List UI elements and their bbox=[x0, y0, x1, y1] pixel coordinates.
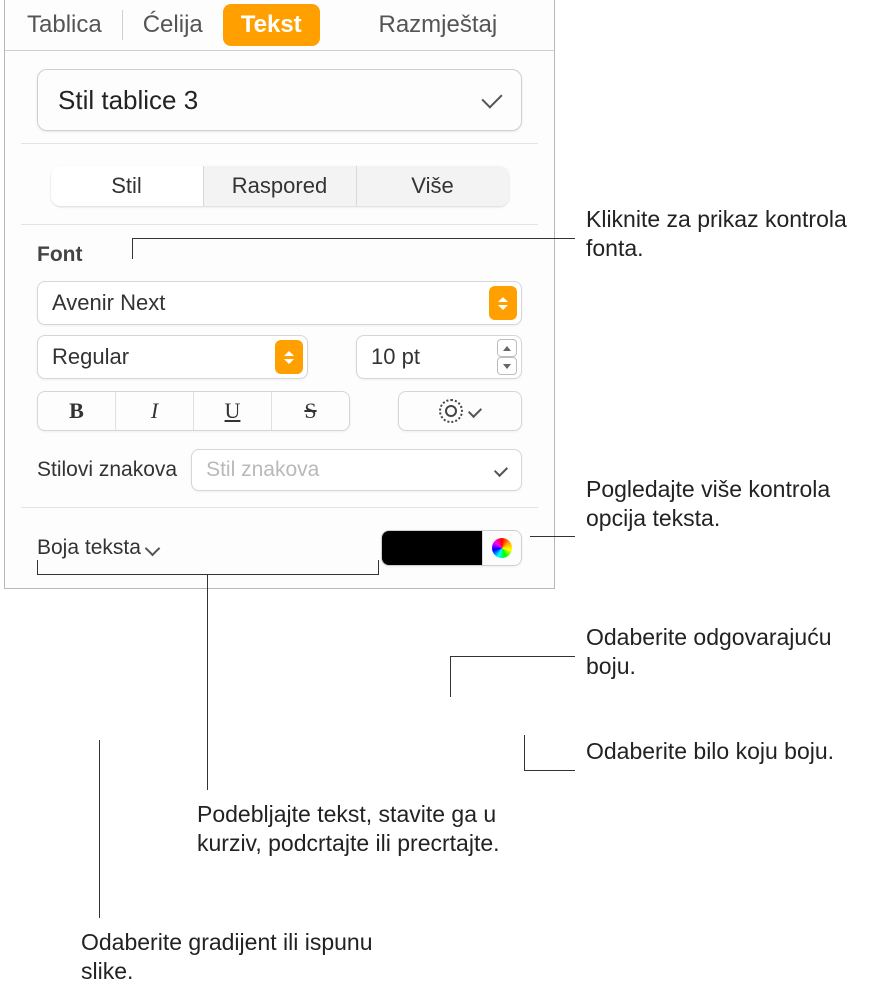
color-wheel-button[interactable] bbox=[482, 531, 521, 565]
separator bbox=[122, 10, 123, 40]
font-section: Font Avenir Next Regular 10 pt bbox=[21, 225, 538, 441]
tab-razmjestaj[interactable]: Razmještaj bbox=[322, 0, 554, 50]
paragraph-style-value: Stil tablice 3 bbox=[58, 85, 198, 116]
font-family-dropdown[interactable]: Avenir Next bbox=[37, 281, 522, 325]
callout-gradient: Odaberite gradijent ili ispunu slike. bbox=[81, 928, 381, 987]
callout-swatch: Odaberite odgovarajuću boju. bbox=[586, 623, 866, 682]
character-styles-dropdown[interactable]: Stil znakova bbox=[191, 449, 522, 491]
stepper-down[interactable] bbox=[497, 357, 517, 375]
paragraph-style-row: Stil tablice 3 bbox=[21, 51, 538, 144]
tab-tekst[interactable]: Tekst bbox=[223, 4, 320, 46]
callout-stil: Kliknite za prikaz kontrola fonta. bbox=[586, 205, 856, 264]
chevron-down-icon bbox=[481, 87, 502, 108]
character-styles-placeholder: Stil znakova bbox=[206, 458, 319, 482]
subtab-vise[interactable]: Više bbox=[356, 166, 509, 206]
callout-gear: Pogledajte više kontrola opcija teksta. bbox=[586, 475, 856, 534]
subtab-raspored[interactable]: Raspored bbox=[203, 166, 356, 206]
color-swatch-button[interactable] bbox=[382, 531, 482, 565]
font-size-value: 10 pt bbox=[371, 344, 420, 370]
text-decoration-group: B I U S bbox=[37, 391, 350, 431]
character-styles-row: Stilovi znakova Stil znakova bbox=[21, 441, 538, 508]
font-style-value: Regular bbox=[52, 344, 129, 370]
chevron-down-icon bbox=[468, 404, 482, 418]
font-size-stepper[interactable] bbox=[497, 339, 517, 375]
underline-button[interactable]: U bbox=[193, 392, 271, 430]
bold-button[interactable]: B bbox=[38, 392, 115, 430]
tab-celija[interactable]: Ćelija bbox=[125, 0, 221, 50]
font-size-field[interactable]: 10 pt bbox=[356, 335, 522, 379]
font-family-value: Avenir Next bbox=[52, 290, 165, 316]
advanced-text-options-button[interactable] bbox=[398, 391, 522, 431]
format-inspector-panel: Tablica Ćelija Tekst Razmještaj Stil tab… bbox=[4, 0, 555, 589]
paragraph-style-dropdown[interactable]: Stil tablice 3 bbox=[37, 69, 522, 131]
text-color-label[interactable]: Boja teksta bbox=[37, 536, 158, 560]
stepper-icon bbox=[489, 286, 517, 320]
inspector-main-tabs: Tablica Ćelija Tekst Razmještaj bbox=[5, 0, 554, 51]
stepper-icon bbox=[275, 340, 303, 374]
italic-button[interactable]: I bbox=[115, 392, 193, 430]
text-color-controls bbox=[381, 530, 522, 566]
subtab-stil[interactable]: Stil bbox=[51, 166, 203, 206]
font-section-title: Font bbox=[37, 243, 522, 267]
text-color-row: Boja teksta bbox=[21, 508, 538, 588]
callout-wheel: Odaberite bilo koju boju. bbox=[586, 737, 856, 766]
text-subtabs: Stil Raspored Više bbox=[51, 166, 509, 206]
tab-tablica[interactable]: Tablica bbox=[5, 0, 120, 50]
gear-icon bbox=[439, 399, 463, 423]
strikethrough-button[interactable]: S bbox=[271, 392, 349, 430]
callout-bius: Podebljajte tekst, stavite ga u kurziv, … bbox=[197, 800, 507, 859]
character-styles-label: Stilovi znakova bbox=[37, 458, 177, 482]
font-style-dropdown[interactable]: Regular bbox=[37, 335, 308, 379]
chevron-down-icon bbox=[494, 463, 508, 477]
chevron-down-icon bbox=[145, 540, 161, 556]
stepper-up[interactable] bbox=[497, 339, 517, 357]
color-wheel-icon bbox=[492, 538, 512, 558]
